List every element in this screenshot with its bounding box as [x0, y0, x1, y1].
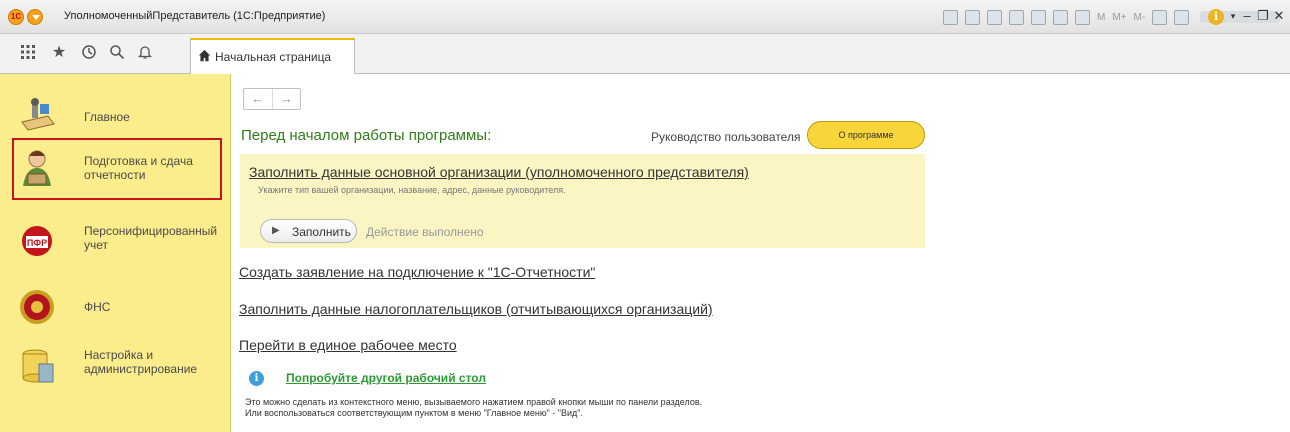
fill-button-label: Заполнить [292, 225, 351, 239]
sidebar-item-personified[interactable]: ПФР Персонифицированный учет [12, 214, 222, 274]
main-menu-button[interactable] [27, 9, 43, 25]
sidebar-item-fns[interactable]: ФНС [12, 280, 222, 340]
hint-note-line: Это можно сделать из контекстного меню, … [245, 397, 703, 407]
window-title: УполномоченныйПредставитель (1С:Предприя… [64, 10, 326, 22]
info-icon[interactable]: i [1208, 9, 1224, 25]
zoom-icon[interactable] [1152, 9, 1168, 25]
forward-button[interactable]: → [271, 89, 301, 109]
close-button[interactable]: ✕ [1272, 8, 1286, 24]
info-dropdown-icon[interactable]: ▾ [1226, 11, 1240, 22]
fns-emblem-icon [18, 288, 56, 326]
sidebar-item-label: Настройка и администрирование [84, 348, 198, 376]
sidebar-item-label: Подготовка и сдача отчетности [84, 154, 193, 182]
memory-minus-button[interactable]: M- [1134, 12, 1146, 23]
panel-icon[interactable] [1174, 9, 1190, 25]
status-text: Действие выполнено [366, 225, 484, 239]
navigation-toolbar: ★ Начальная страница [0, 34, 1290, 74]
accountant-icon [18, 148, 56, 186]
back-button[interactable]: ← [244, 89, 272, 109]
start-page-content: ← → Перед началом работы программы: Руко… [232, 74, 1290, 432]
title-bar: 1С УполномоченныйПредставитель (1С:Предп… [0, 0, 1290, 34]
database-icon [18, 346, 56, 384]
sections-panel: Главное Подготовка и сдача отчетности ПФ… [0, 74, 231, 432]
star-icon[interactable]: ★ [50, 44, 68, 62]
fill-button[interactable]: ▶ Заполнить [260, 219, 357, 243]
history-icon[interactable] [80, 44, 98, 62]
tab-home-page[interactable]: Начальная страница [190, 38, 355, 74]
memory-plus-button[interactable]: M+ [1112, 12, 1126, 23]
info-icon: i [249, 371, 264, 386]
print-icon[interactable] [965, 9, 980, 25]
apps-grid-icon[interactable] [19, 44, 37, 62]
minimize-button[interactable]: – [1240, 8, 1254, 23]
maximize-button[interactable]: ❐ [1256, 8, 1270, 24]
sidebar-item-label: ФНС [84, 300, 111, 314]
preview-icon[interactable] [987, 9, 1002, 25]
play-arrow-icon: ▶ [272, 225, 280, 236]
memory-button[interactable]: M [1097, 12, 1105, 23]
tab-label: Начальная страница [215, 50, 332, 64]
desk-icon [18, 96, 56, 134]
1c-logo-icon: 1С [8, 9, 24, 25]
hint-note-line: Или воспользоваться соответствующим пунк… [245, 408, 583, 418]
search-icon[interactable] [108, 44, 126, 62]
fill-taxpayers-link[interactable]: Заполнить данные налогоплательщиков (отч… [239, 301, 713, 317]
pfr-icon: ПФР [18, 222, 56, 260]
sidebar-item-label: Главное [84, 110, 130, 124]
sidebar-item-label: Персонифицированный учет [84, 224, 218, 252]
fill-org-hint: Укажите тип вашей организации, название,… [258, 185, 566, 195]
sidebar-item-reporting[interactable]: Подготовка и сдача отчетности [12, 138, 222, 200]
sidebar-item-settings[interactable]: Настройка и администрирование [12, 338, 222, 398]
try-other-desktop-link[interactable]: Попробуйте другой рабочий стол [286, 371, 486, 385]
fill-org-link[interactable]: Заполнить данные основной организации (у… [249, 164, 749, 180]
download-icon[interactable] [1031, 9, 1046, 25]
about-button[interactable]: О программе [807, 121, 925, 149]
home-icon [198, 49, 211, 65]
calendar-icon[interactable] [1075, 9, 1090, 25]
svg-text:ПФР: ПФР [27, 238, 47, 248]
bell-icon[interactable] [136, 44, 154, 62]
history-navigation: ← → [243, 88, 301, 110]
user-guide-link[interactable]: Руководство пользователя [651, 130, 800, 144]
workplace-link[interactable]: Перейти в единое рабочее место [239, 337, 457, 353]
page-heading: Перед началом работы программы: [241, 127, 492, 144]
create-statement-link[interactable]: Создать заявление на подключение к "1С-О… [239, 264, 595, 280]
table-icon[interactable] [1053, 9, 1068, 25]
save-icon[interactable] [943, 9, 958, 25]
upload-icon[interactable] [1009, 9, 1024, 25]
